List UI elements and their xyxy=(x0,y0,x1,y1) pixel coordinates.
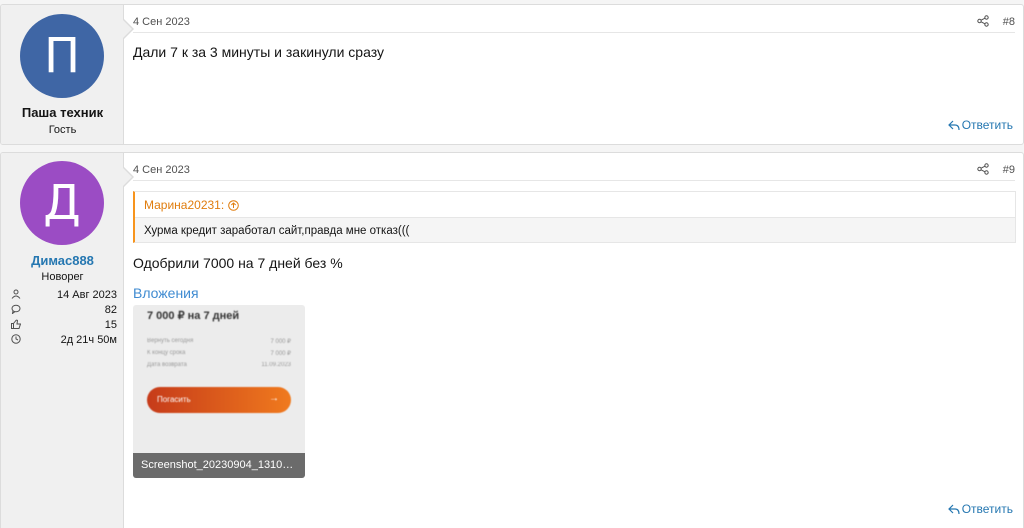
clock-icon xyxy=(11,334,21,344)
post-number[interactable]: #8 xyxy=(1003,16,1015,28)
user-title: Гость xyxy=(48,124,77,136)
stat-reactions: 15 xyxy=(9,318,117,333)
share-icon[interactable] xyxy=(977,15,989,30)
share-icon[interactable] xyxy=(977,163,989,178)
user-icon xyxy=(11,289,21,299)
post-number[interactable]: #9 xyxy=(1003,164,1015,176)
user-sidebar: П Паша техник Гость xyxy=(1,5,124,144)
post-meta: 4 Сен 2023 #8 xyxy=(133,15,1015,33)
arrow-right-icon: → xyxy=(269,393,279,404)
thumbs-up-icon xyxy=(11,319,21,329)
reply-label: Ответить xyxy=(961,118,1013,132)
attachments-title: Вложения xyxy=(133,285,199,301)
attachment-heading: 7 000 ₽ на 7 дней xyxy=(147,310,240,322)
attachment-thumbnail[interactable]: 7 000 ₽ на 7 дней Вернуть сегодня 7 000 ₽… xyxy=(133,305,305,478)
avatar[interactable]: П xyxy=(20,14,104,98)
post-meta: 4 Сен 2023 #9 xyxy=(133,163,1015,181)
stat-joined: 14 Авг 2023 xyxy=(9,288,117,303)
reply-label: Ответить xyxy=(961,502,1013,516)
username[interactable]: Паша техник xyxy=(1,105,124,120)
reply-icon xyxy=(947,504,960,515)
post-text: Дали 7 к за 3 минуты и закинули сразу xyxy=(133,44,384,60)
quote-author[interactable]: Марина20231: xyxy=(144,198,224,212)
user-stats: 14 Авг 2023 82 15 2д 21ч 50м xyxy=(9,288,117,348)
reactions-value: 15 xyxy=(104,319,117,331)
post: П Паша техник Гость 4 Сен 2023 #8 Дали 7… xyxy=(0,4,1024,145)
time-online-value: 2д 21ч 50м xyxy=(60,334,117,346)
reply-button[interactable]: Ответить xyxy=(947,502,1013,516)
post-date[interactable]: 4 Сен 2023 xyxy=(133,16,190,28)
user-sidebar: Д Димас888 Новорег 14 Авг 2023 82 15 2д … xyxy=(1,153,124,528)
comment-icon xyxy=(11,304,21,314)
reply-icon xyxy=(947,120,960,131)
attachment-row: Вернуть сегодня 7 000 ₽ xyxy=(147,338,291,345)
attachment-pay-button-image: Погасить → xyxy=(147,387,291,413)
user-title: Новорег xyxy=(41,271,84,283)
stat-time-online: 2д 21ч 50м xyxy=(9,333,117,348)
stat-messages: 82 xyxy=(9,303,117,318)
attachment-filename[interactable]: Screenshot_20230904_131012... xyxy=(133,453,305,478)
messages-value[interactable]: 82 xyxy=(105,304,117,316)
quote-block: Марина20231: Хурма кредит заработал сайт… xyxy=(133,191,1016,243)
reply-button[interactable]: Ответить xyxy=(947,118,1013,132)
post-text: Одобрили 7000 на 7 дней без % xyxy=(133,255,343,271)
avatar[interactable]: Д xyxy=(20,161,104,245)
arrow-up-circle-icon[interactable] xyxy=(228,200,239,211)
quote-text: Хурма кредит заработал сайт,правда мне о… xyxy=(144,225,410,237)
joined-value: 14 Авг 2023 xyxy=(56,289,117,301)
post: Д Димас888 Новорег 14 Авг 2023 82 15 2д … xyxy=(0,152,1024,528)
quote-header[interactable]: Марина20231: xyxy=(135,192,1015,218)
username[interactable]: Димас888 xyxy=(1,253,124,268)
post-date[interactable]: 4 Сен 2023 xyxy=(133,164,190,176)
attachment-row: Дата возврата 11.09.2023 xyxy=(147,362,291,368)
attachment-row: К концу срока 7 000 ₽ xyxy=(147,350,291,357)
